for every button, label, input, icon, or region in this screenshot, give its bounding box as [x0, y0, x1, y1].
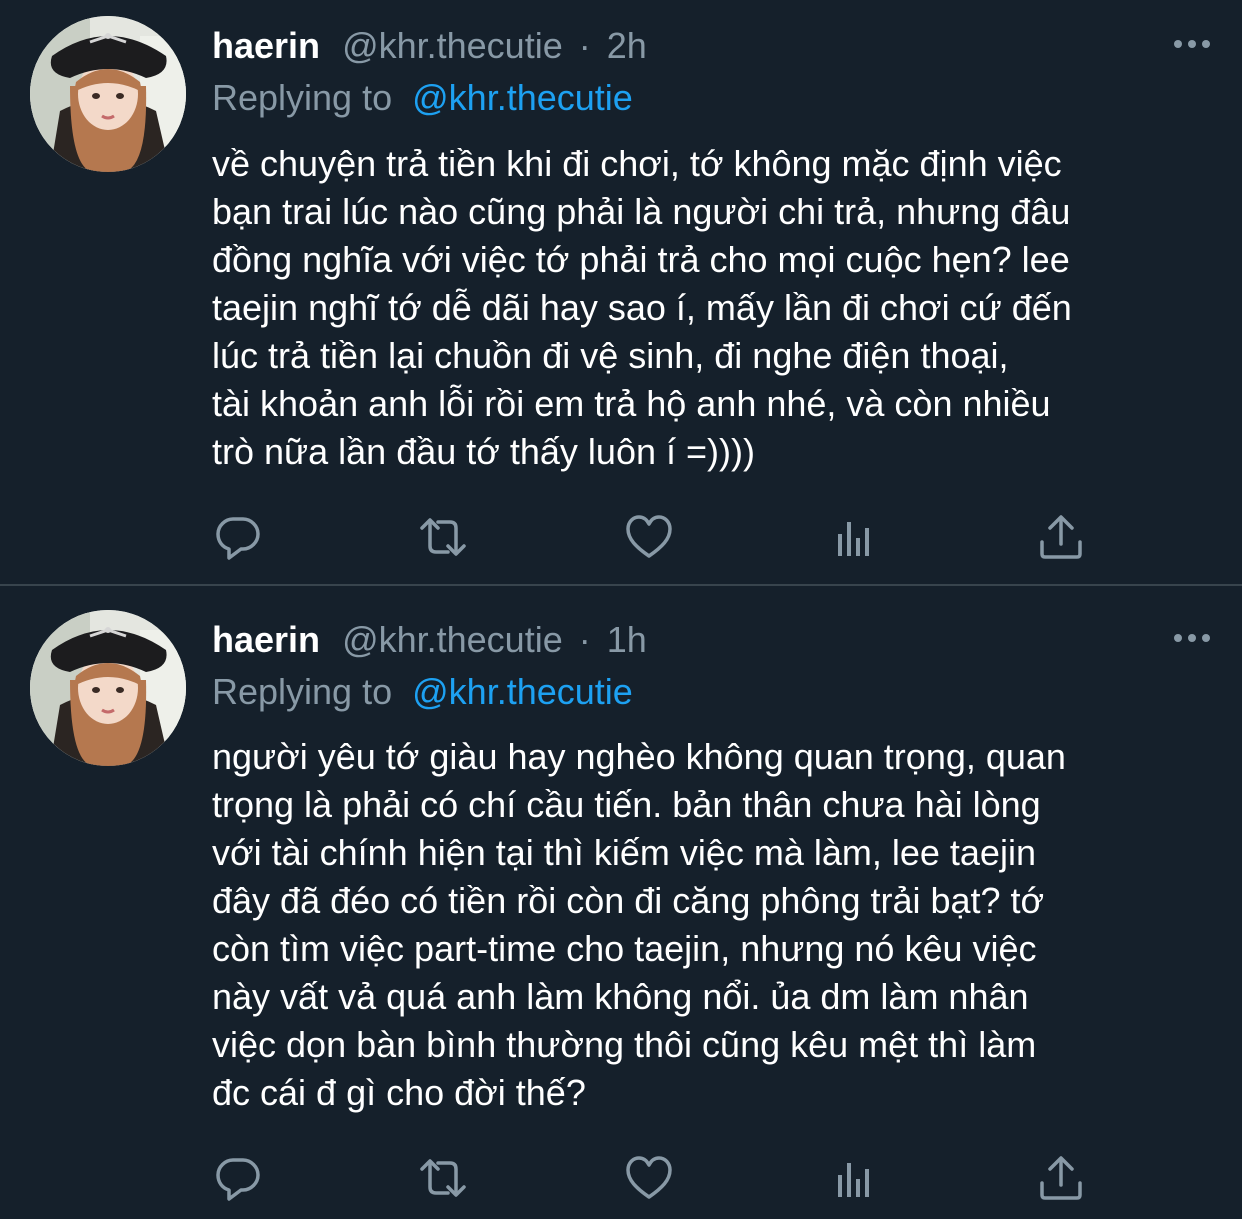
- tweet-text: về chuyện trả tiền khi đi chơi, tớ không…: [212, 143, 1072, 472]
- retweet-icon[interactable]: [418, 512, 468, 562]
- avatar[interactable]: [30, 16, 186, 172]
- like-icon[interactable]: [624, 512, 674, 562]
- replying-to: Replying to @khr.thecutie: [212, 74, 633, 122]
- share-icon[interactable]: [1036, 1153, 1086, 1203]
- reply-icon[interactable]: [213, 1153, 263, 1203]
- separator: ·: [578, 25, 591, 66]
- separator: ·: [578, 619, 591, 660]
- username[interactable]: @khr.thecutie: [342, 619, 563, 660]
- share-icon[interactable]: [1036, 512, 1086, 562]
- retweet-icon[interactable]: [418, 1153, 468, 1203]
- display-name[interactable]: haerin: [212, 25, 320, 66]
- tweet-text: người yêu tớ giàu hay nghèo không quan t…: [212, 736, 1066, 1113]
- avatar[interactable]: [30, 610, 186, 766]
- analytics-icon[interactable]: [830, 512, 880, 562]
- timestamp[interactable]: 1h: [607, 619, 647, 660]
- tweet-header: haerin @khr.thecutie · 2h: [212, 22, 647, 70]
- timestamp[interactable]: 2h: [607, 25, 647, 66]
- tweet-header: haerin @khr.thecutie · 1h: [212, 616, 647, 664]
- more-icon[interactable]: [1172, 34, 1212, 54]
- replying-to-label: Replying to: [212, 671, 393, 712]
- reply-icon[interactable]: [213, 512, 263, 562]
- replying-to-link[interactable]: @khr.thecutie: [412, 77, 633, 118]
- analytics-icon[interactable]: [830, 1153, 880, 1203]
- more-icon[interactable]: [1172, 628, 1212, 648]
- tweet[interactable]: haerin @khr.thecutie · 1h Replying to @k…: [0, 586, 1242, 1219]
- replying-to-label: Replying to: [212, 77, 393, 118]
- replying-to-link[interactable]: @khr.thecutie: [412, 671, 633, 712]
- display-name[interactable]: haerin: [212, 619, 320, 660]
- username[interactable]: @khr.thecutie: [342, 25, 563, 66]
- replying-to: Replying to @khr.thecutie: [212, 668, 633, 716]
- tweet[interactable]: haerin @khr.thecutie · 2h Replying to @k…: [0, 0, 1242, 584]
- like-icon[interactable]: [624, 1153, 674, 1203]
